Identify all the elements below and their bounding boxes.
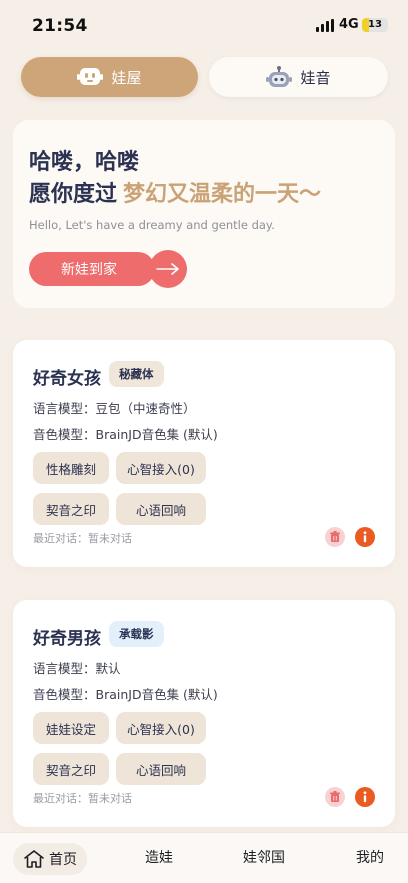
voice-seal-button[interactable]: 契音之印 [33, 753, 109, 785]
doll-badge: 承载影 [109, 621, 164, 647]
tab-doll-voice-label: 娃音 [300, 68, 331, 87]
new-doll-button[interactable]: 新娃到家 [29, 250, 187, 288]
nav-mine[interactable]: 我的 [356, 847, 384, 867]
battery-icon: 13 [362, 18, 388, 32]
network-type: 4G [339, 17, 359, 32]
delete-button[interactable] [325, 787, 345, 807]
info-icon [363, 791, 367, 803]
tab-doll-house[interactable]: 娃屋 [21, 57, 198, 97]
signal-icon [316, 19, 334, 32]
greeting-title: 哈喽，哈喽 [29, 150, 140, 175]
nav-home[interactable]: 首页 [13, 843, 87, 875]
info-button[interactable] [355, 787, 375, 807]
trash-icon [330, 791, 340, 802]
bottom-nav: 首页 造娃 娃邻国 我的 [0, 832, 408, 883]
arrow-right-icon [156, 263, 179, 275]
doll-badge: 秘藏体 [109, 361, 164, 387]
doll-settings-button[interactable]: 娃娃设定 [33, 712, 109, 744]
tab-doll-voice[interactable]: 娃音 [209, 57, 388, 97]
nav-home-label: 首页 [49, 852, 77, 868]
heart-echo-button[interactable]: 心语回响 [116, 493, 206, 525]
voice-seal-button[interactable]: 契音之印 [33, 493, 109, 525]
delete-button[interactable] [325, 527, 345, 547]
language-model-info: 语言模型：豆包（中速奇性） [33, 401, 196, 416]
info-icon [363, 531, 367, 543]
status-bar: 21:54 4G 13 [0, 0, 408, 50]
greeting-wish: 愿你度过 梦幻又温柔的一天～ [29, 176, 321, 208]
greeting-card: 哈喽，哈喽 愿你度过 梦幻又温柔的一天～ Hello, Let's have a … [13, 120, 395, 308]
personality-button[interactable]: 性格雕刻 [33, 452, 109, 484]
robot-face-icon [77, 68, 104, 85]
voice-model-info: 音色模型：BrainJD音色集 (默认) [33, 427, 218, 442]
nav-create-doll[interactable]: 造娃 [145, 847, 173, 867]
status-time: 21:54 [32, 16, 88, 36]
new-doll-label: 新娃到家 [29, 252, 155, 286]
doll-card[interactable]: 好奇女孩 秘藏体 语言模型：豆包（中速奇性） 音色模型：BrainJD音色集 (… [13, 340, 395, 567]
doll-name: 好奇女孩 [33, 369, 101, 389]
home-icon [24, 850, 44, 868]
info-button[interactable] [355, 527, 375, 547]
greeting-wish-accent: 梦幻又温柔的一天～ [123, 182, 322, 207]
heart-echo-button[interactable]: 心语回响 [116, 753, 206, 785]
doll-name: 好奇男孩 [33, 629, 101, 649]
language-model-info: 语言模型：默认 [33, 661, 121, 676]
doll-card[interactable]: 好奇男孩 承载影 语言模型：默认 音色模型：BrainJD音色集 (默认) 娃娃… [13, 600, 395, 827]
nav-doll-neighbors[interactable]: 娃邻国 [243, 847, 285, 867]
robot-head-icon [266, 66, 293, 87]
greeting-wish-prefix: 愿你度过 [29, 182, 118, 207]
battery-level: 13 [368, 19, 382, 30]
last-chat-info: 最近对话：暂未对话 [33, 792, 132, 805]
tab-doll-house-label: 娃屋 [111, 68, 142, 87]
greeting-subtitle: Hello, Let's have a dreamy and gentle da… [29, 218, 275, 232]
trash-icon [330, 531, 340, 542]
mind-access-button[interactable]: 心智接入(0) [116, 452, 206, 484]
voice-model-info: 音色模型：BrainJD音色集 (默认) [33, 687, 218, 702]
last-chat-info: 最近对话：暂未对话 [33, 532, 132, 545]
mind-access-button[interactable]: 心智接入(0) [116, 712, 206, 744]
